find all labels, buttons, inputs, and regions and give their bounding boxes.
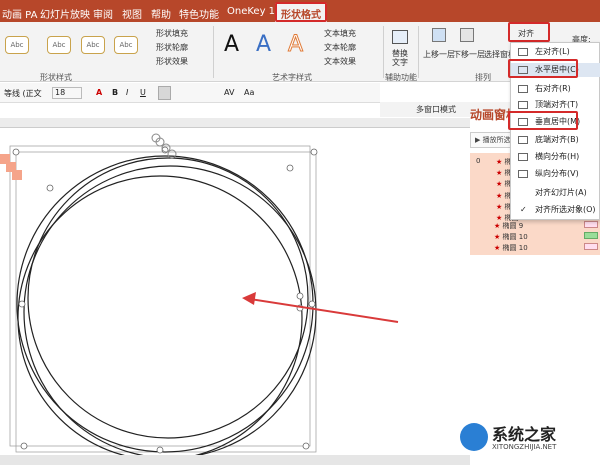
menu-item-align-top[interactable]: 顶端对齐(T) <box>511 98 600 112</box>
separator <box>418 26 419 78</box>
highlight-box-shape-format <box>275 2 327 22</box>
shape-fill-button[interactable]: 形状填充 <box>156 28 188 39</box>
font-name-select[interactable]: 等线 (正文 <box>4 88 42 99</box>
list-item[interactable]: ★ 椭圆 10 <box>494 232 528 243</box>
wordart-blue[interactable]: A <box>256 32 271 57</box>
wordart-orange[interactable]: A <box>287 32 303 58</box>
font-color-button[interactable]: A <box>96 88 102 97</box>
bring-forward-icon <box>432 28 446 42</box>
highlight-box-middle <box>508 111 578 130</box>
tab-help[interactable]: 帮助 <box>151 6 171 21</box>
slide-canvas <box>0 128 470 455</box>
font-format-bar: 等线 (正文 18 A B I U AV Aa <box>0 83 380 103</box>
brand-logo-icon <box>460 423 488 451</box>
font-size-select[interactable]: 18 <box>52 87 82 99</box>
sequence-number: 0 <box>476 157 481 165</box>
shape-style-1[interactable]: Abc <box>5 36 29 54</box>
tab-animation[interactable]: 动画 PA <box>2 6 37 21</box>
menu-item-distribute-horizontal[interactable]: 横向分布(H) <box>511 150 600 164</box>
highlight-box-align <box>508 22 550 42</box>
list-item[interactable]: ★ 椭圆 9 <box>494 221 523 232</box>
status-bar <box>0 455 470 465</box>
text-fill-button[interactable]: 文本填充 <box>324 28 356 39</box>
align-right-icon <box>518 85 528 93</box>
timing-bar <box>584 243 598 250</box>
shape-style-4[interactable]: Abc <box>114 36 138 54</box>
shape-style-2[interactable]: Abc <box>47 36 71 54</box>
menu-item-align-left[interactable]: 左对齐(L) <box>511 45 600 59</box>
watermark: 系统之家 XITONGZHIJIA.NET <box>460 421 590 459</box>
play-icon: ▶ <box>475 136 483 144</box>
tab-view[interactable]: 视图 <box>122 6 142 21</box>
list-item[interactable]: ★ 椭圆 10 <box>494 243 528 254</box>
tab-features[interactable]: 特色功能 <box>179 6 219 21</box>
alt-text-button[interactable]: 替换文字 <box>392 49 408 67</box>
menu-item-align-bottom[interactable]: 底端对齐(B) <box>511 133 600 147</box>
send-backward-button[interactable]: 下移一层 <box>453 49 485 60</box>
group-label-wordart: 艺术字样式 <box>272 73 312 82</box>
group-label-arrange: 排列 <box>475 73 491 82</box>
multi-window-mode[interactable]: 多窗口模式 <box>416 104 456 115</box>
align-left-icon <box>518 48 528 56</box>
shape-style-3[interactable]: Abc <box>81 36 105 54</box>
align-bottom-icon <box>518 136 528 144</box>
distribute-h-icon <box>518 153 528 161</box>
bring-forward-button[interactable]: 上移一层 <box>423 49 455 60</box>
underline-button[interactable]: U <box>140 88 146 97</box>
highlight-box-center <box>508 59 578 78</box>
menu-item-align-right[interactable]: 右对齐(R) <box>511 82 600 96</box>
ruler <box>0 118 470 128</box>
tab-slideshow[interactable]: 幻灯片放映 <box>40 6 90 21</box>
menu-item-align-to-slide[interactable]: 对齐幻灯片(A) <box>511 186 600 200</box>
italic-button[interactable]: I <box>126 88 128 97</box>
menu-item-align-selected[interactable]: ✓ 对齐所选对象(O) <box>511 203 600 217</box>
align-center-text-button[interactable] <box>158 86 171 100</box>
align-top-icon <box>518 101 528 109</box>
tab-review[interactable]: 审阅 <box>93 6 113 21</box>
watermark-brand: 系统之家 <box>492 425 557 444</box>
change-case-button[interactable]: Aa <box>244 88 254 97</box>
text-outline-button[interactable]: 文本轮廓 <box>324 42 356 53</box>
separator <box>213 26 214 78</box>
tab-onekey[interactable]: OneKey 10 <box>227 6 281 17</box>
text-effect-button[interactable]: 文本效果 <box>324 56 356 67</box>
group-label-accessibility: 辅助功能 <box>385 73 417 82</box>
watermark-url: XITONGZHIJIA.NET <box>492 443 557 451</box>
menu-item-distribute-vertical[interactable]: 纵向分布(V) <box>511 167 600 181</box>
timing-bar <box>584 221 598 228</box>
char-spacing-button[interactable]: AV <box>224 88 234 97</box>
send-backward-icon <box>460 28 474 42</box>
group-label-shape-style: 形状样式 <box>40 73 72 82</box>
distribute-v-icon <box>518 170 528 178</box>
alt-text-icon <box>392 30 408 44</box>
timing-bar <box>584 232 598 239</box>
shape-effect-button[interactable]: 形状效果 <box>156 56 188 67</box>
separator <box>383 26 384 78</box>
check-icon: ✓ <box>520 205 527 214</box>
wordart-black[interactable]: A <box>224 32 239 57</box>
shape-outline-button[interactable]: 形状轮廓 <box>156 42 188 53</box>
bold-button[interactable]: B <box>112 88 118 97</box>
